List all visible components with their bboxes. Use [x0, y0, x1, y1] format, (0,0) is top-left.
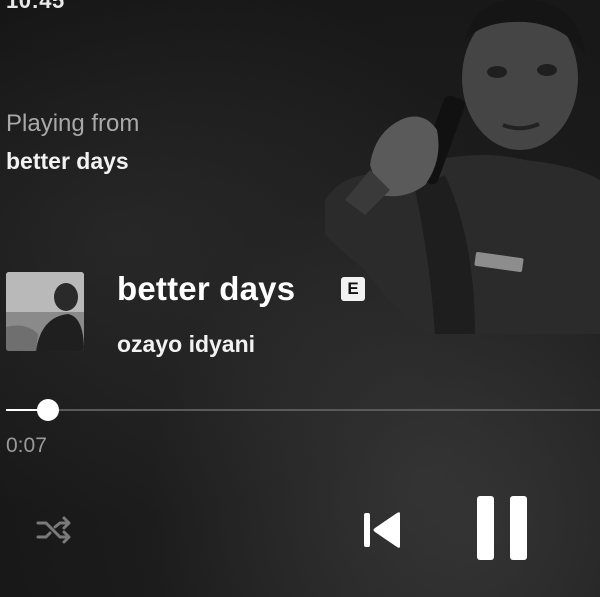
artist-hero-photo	[325, 0, 600, 334]
explicit-badge: E	[341, 277, 365, 301]
playing-from-label: Playing from	[6, 110, 140, 137]
shuffle-icon[interactable]	[36, 515, 72, 545]
album-cover-image	[6, 272, 84, 351]
status-bar-time: 10:45	[6, 0, 65, 13]
track-title[interactable]: better days	[117, 270, 295, 308]
album-cover[interactable]	[6, 272, 84, 351]
pause-icon[interactable]	[475, 494, 529, 562]
progress-bar[interactable]	[6, 409, 600, 411]
track-artist[interactable]: ozayo idyani	[117, 331, 255, 358]
progress-scrubber-handle[interactable]	[37, 399, 59, 421]
skip-previous-icon[interactable]	[360, 510, 404, 550]
elapsed-time: 0:07	[6, 434, 47, 457]
playing-from-source[interactable]: better days	[6, 148, 129, 175]
